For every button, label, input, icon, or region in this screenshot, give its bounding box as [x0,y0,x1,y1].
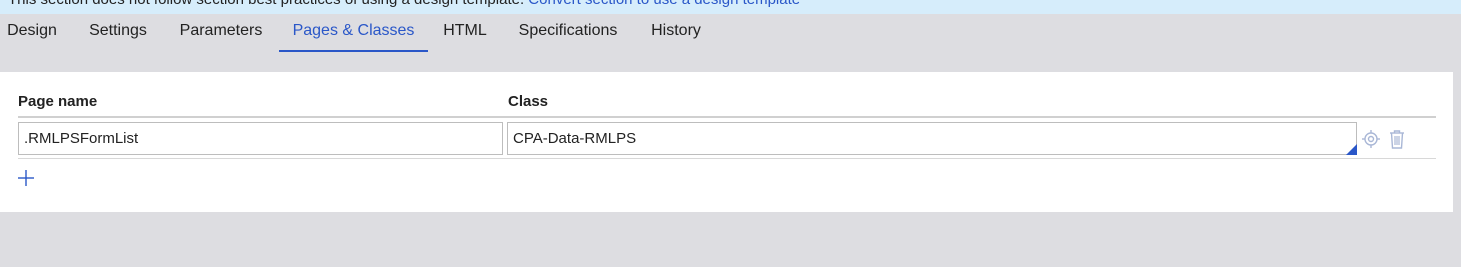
info-banner: This section does not follow section bes… [0,0,1461,14]
column-header-page-name: Page name [18,93,98,110]
tab-html[interactable]: HTML [436,14,494,52]
tab-settings[interactable]: Settings [80,14,156,52]
class-input[interactable] [507,122,1357,155]
target-icon[interactable] [1360,128,1382,150]
pages-classes-panel: Page name Class [0,72,1453,212]
header-divider [18,116,1436,118]
tab-bar: Design Settings Parameters Pages & Class… [0,14,1461,52]
convert-section-link[interactable]: Convert section to use a design template [528,0,800,8]
page-name-input[interactable] [18,122,503,155]
row-divider [18,158,1436,159]
tab-design[interactable]: Design [0,14,64,52]
banner-message: This section does not follow section bes… [8,0,800,8]
tab-parameters[interactable]: Parameters [170,14,272,52]
trash-icon[interactable] [1386,128,1408,150]
class-field [507,122,1357,155]
tab-pages-and-classes[interactable]: Pages & Classes [279,14,428,52]
banner-text: This section does not follow section bes… [8,0,524,8]
column-header-class: Class [508,93,549,110]
autocomplete-indicator-icon [1346,144,1357,155]
tab-history[interactable]: History [642,14,710,52]
tab-specifications[interactable]: Specifications [509,14,627,52]
plus-icon[interactable] [16,168,36,188]
